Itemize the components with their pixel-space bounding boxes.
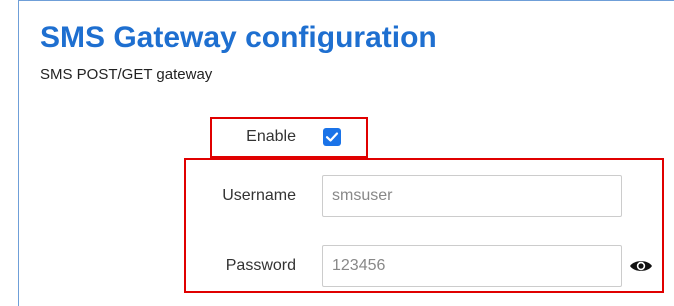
enable-label: Enable	[246, 128, 296, 145]
password-label: Password	[225, 257, 296, 274]
checkmark-icon	[325, 132, 339, 142]
password-input[interactable]	[322, 245, 622, 287]
username-label: Username	[222, 187, 296, 204]
enable-checkbox[interactable]	[323, 128, 341, 146]
page-subtitle: SMS POST/GET gateway	[40, 66, 213, 83]
username-input[interactable]	[322, 175, 622, 217]
eye-icon[interactable]	[629, 258, 653, 274]
page-title: SMS Gateway configuration	[40, 21, 437, 54]
page: SMS Gateway configuration SMS POST/GET g…	[0, 0, 674, 306]
